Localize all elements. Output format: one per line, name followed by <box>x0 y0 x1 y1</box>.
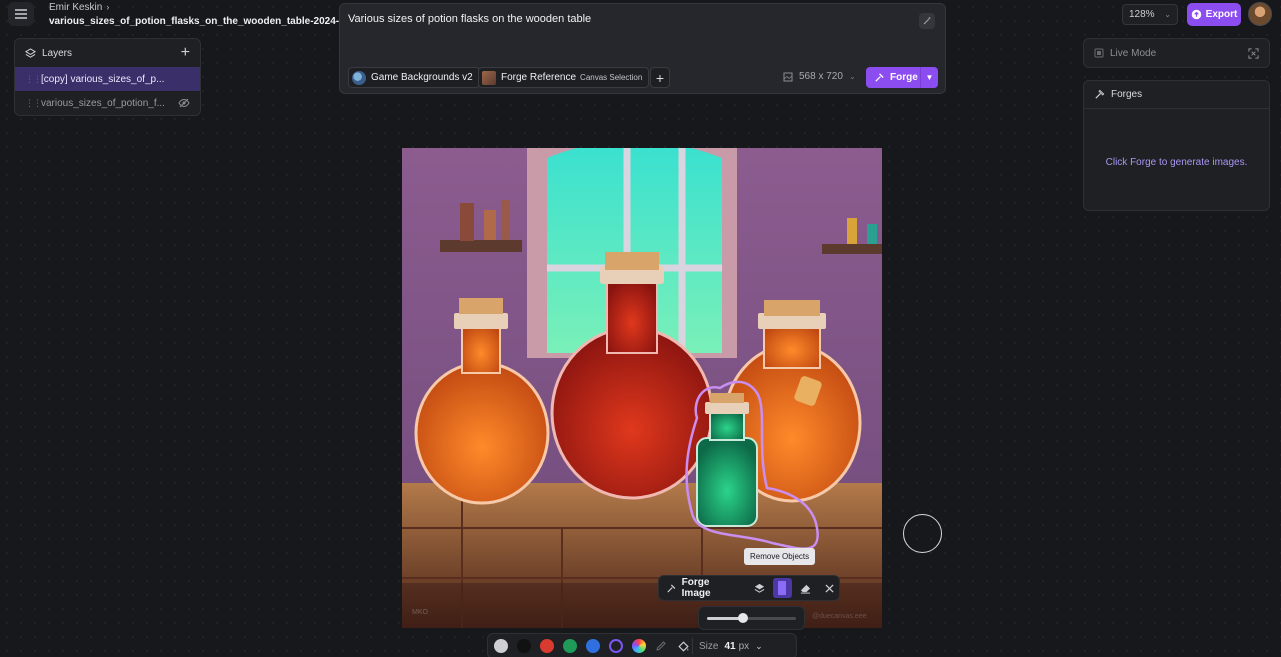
layer-item[interactable]: ⋮⋮ [copy] various_sizes_of_p... <box>15 67 200 91</box>
layer-name: various_sizes_of_potion_f... <box>41 97 165 109</box>
eraser-icon <box>801 584 811 594</box>
size-value: 41 <box>724 640 736 652</box>
eraser-button[interactable] <box>796 578 815 598</box>
image-size-value: 568 x 720 <box>799 71 843 82</box>
color-swatch-green[interactable] <box>563 639 577 653</box>
brush-size-select[interactable]: Size 41 px ⌄ <box>699 641 763 652</box>
color-picker-icon[interactable] <box>632 639 646 653</box>
reference-thumbnail <box>482 70 496 85</box>
color-swatch-white[interactable] <box>494 639 508 653</box>
prompt-input[interactable]: Various sizes of potion flasks on the wo… <box>348 13 591 25</box>
remove-objects-tooltip: Remove Objects <box>744 548 816 565</box>
color-swatch-selected-purple[interactable] <box>609 639 623 653</box>
mask-icon <box>778 581 787 595</box>
forge-hammer-icon <box>1095 89 1105 99</box>
color-swatch-red[interactable] <box>540 639 554 653</box>
zoom-value: 128% <box>1129 9 1155 20</box>
size-label: Size <box>699 640 719 652</box>
layers-panel: Layers + ⋮⋮ [copy] various_sizes_of_p...… <box>14 38 201 116</box>
chevron-down-icon: ⌄ <box>1164 10 1171 19</box>
plus-icon: + <box>655 69 665 86</box>
drag-handle-icon[interactable]: ⋮⋮ <box>25 98 42 109</box>
export-button[interactable]: Export <box>1187 3 1241 26</box>
image-size-select[interactable]: 568 x 720 ⌄ <box>783 71 856 82</box>
forge-hammer-icon <box>667 584 676 592</box>
layers-icon <box>754 583 764 593</box>
export-label: Export <box>1205 9 1238 20</box>
chevron-down-icon: ▼ <box>925 73 934 82</box>
model-chip-game-backgrounds[interactable]: Game Backgrounds v2 <box>348 67 480 88</box>
menu-button[interactable] <box>8 2 34 26</box>
prompt-panel: Various sizes of potion flasks on the wo… <box>339 3 946 94</box>
layer-item[interactable]: ⋮⋮ various_sizes_of_potion_f... <box>15 91 200 115</box>
chevron-right-icon: › <box>106 2 110 12</box>
brush-cursor <box>903 514 942 553</box>
model-label: Forge Reference <box>501 72 577 83</box>
avatar[interactable] <box>1248 2 1272 26</box>
close-toolbar-button[interactable] <box>820 578 839 598</box>
drag-handle-icon[interactable]: ⋮⋮ <box>25 74 42 85</box>
eye-off-icon[interactable] <box>178 98 190 108</box>
close-icon <box>825 583 834 593</box>
layer-name: [copy] various_sizes_of_p... <box>41 73 165 85</box>
forge-image-button[interactable]: Forge Image <box>666 577 739 599</box>
watermark-right: @duecanvas.eee <box>812 613 867 620</box>
forge-image-label: Forge Image <box>681 577 711 599</box>
forge-options-dropdown[interactable]: ▼ <box>920 67 938 88</box>
layers-icon <box>25 47 36 58</box>
color-swatch-black[interactable] <box>517 639 531 653</box>
user-breadcrumb[interactable]: Emir Keskin › <box>49 2 109 13</box>
zoom-select[interactable]: 128% ⌄ <box>1122 4 1178 25</box>
live-mode-label: Live Mode <box>1110 47 1157 59</box>
enhance-prompt-button[interactable] <box>919 13 935 29</box>
project-name[interactable]: various_sizes_of_potion_flasks_on_the_wo… <box>49 16 339 27</box>
add-layer-button[interactable]: + <box>181 45 190 61</box>
forge-image-toolbar: Forge Image <box>658 575 840 601</box>
pencil-icon[interactable] <box>655 640 667 652</box>
live-mode-icon <box>1094 48 1104 58</box>
size-unit: px <box>738 640 750 652</box>
image-size-icon <box>783 72 793 81</box>
forge-hammer-icon <box>875 73 884 82</box>
layers-tool-button[interactable] <box>749 578 768 598</box>
layers-title: Layers <box>42 47 73 59</box>
model-chip-forge-reference[interactable]: Forge Reference Canvas Selection <box>478 67 650 88</box>
magic-wand-icon <box>923 17 931 25</box>
divider <box>692 638 693 654</box>
brush-size-slider[interactable] <box>698 606 805 630</box>
model-label: Game Backgrounds v2 <box>371 72 473 83</box>
forges-panel: Forges Click Forge to generate images. <box>1083 80 1270 211</box>
user-name: Emir Keskin <box>49 2 103 13</box>
expand-icon[interactable] <box>1248 47 1259 59</box>
export-icon <box>1191 9 1201 20</box>
mask-brush-button[interactable] <box>772 578 793 598</box>
chevron-down-icon: ⌄ <box>848 72 856 81</box>
add-model-button[interactable]: + <box>650 67 670 88</box>
color-swatch-blue[interactable] <box>586 639 600 653</box>
live-mode-toggle[interactable]: Live Mode <box>1083 38 1270 68</box>
brush-palette: Size 41 px ⌄ <box>487 633 797 657</box>
watermark-left: MKO <box>412 609 428 616</box>
model-sublabel: Canvas Selection <box>580 73 643 82</box>
forge-label: Forge <box>890 72 918 83</box>
chevron-down-icon: ⌄ <box>755 640 763 651</box>
slider-track[interactable] <box>707 612 796 623</box>
forges-empty-message: Click Forge to generate images. <box>1105 157 1248 168</box>
slider-handle[interactable] <box>737 612 748 623</box>
forges-title: Forges <box>1111 89 1143 100</box>
hamburger-icon <box>15 9 27 19</box>
fill-bucket-icon[interactable] <box>677 640 690 653</box>
model-thumbnail <box>352 70 366 85</box>
forge-button[interactable]: Forge ▼ <box>866 67 938 88</box>
